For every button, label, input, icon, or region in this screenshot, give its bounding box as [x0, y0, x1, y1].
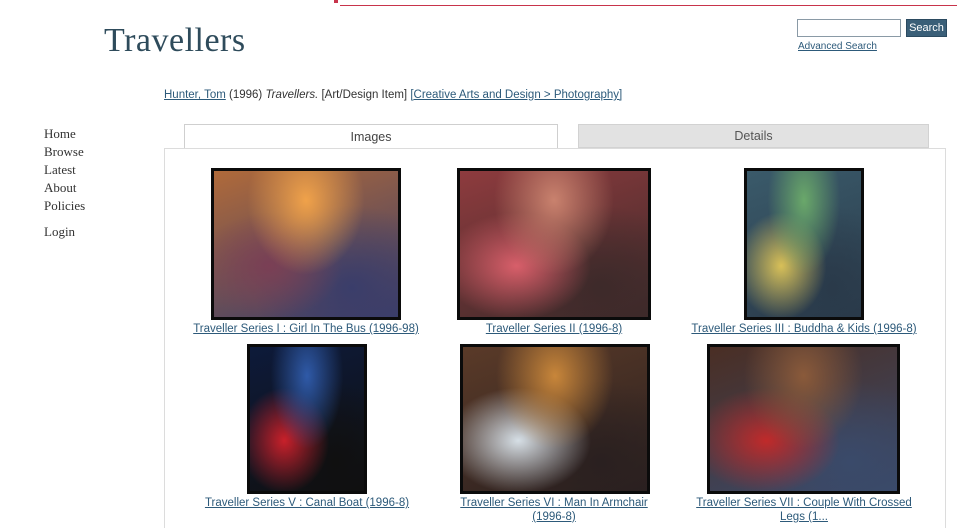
subject-link[interactable]: [Creative Arts and Design > Photography] — [410, 89, 622, 101]
photo-thumbnail[interactable] — [211, 168, 401, 320]
photo-thumbnail[interactable] — [457, 168, 651, 320]
citation-title: Travellers. — [265, 89, 319, 101]
photo-image — [460, 171, 648, 317]
advanced-search-link[interactable]: Advanced Search — [798, 41, 877, 52]
nav-browse[interactable]: Browse — [44, 143, 85, 161]
citation-year: (1996) — [229, 89, 263, 101]
page-title: Travellers — [104, 22, 246, 59]
item-citation: Hunter, Tom (1996) Travellers. [Art/Desi… — [164, 89, 622, 101]
tab-images[interactable]: Images — [184, 124, 558, 149]
nav-about[interactable]: About — [44, 179, 85, 197]
header-divider — [340, 5, 957, 6]
photo-caption-link[interactable]: Traveller Series I : Girl In The Bus (19… — [176, 322, 436, 336]
nav-login[interactable]: Login — [44, 223, 85, 241]
search-button[interactable]: Search — [906, 19, 947, 37]
citation-type: [Art/Design Item] — [321, 89, 408, 101]
photo-caption-link[interactable]: Traveller Series VII : Couple With Cross… — [684, 496, 924, 524]
side-nav: Home Browse Latest About Policies Login — [44, 125, 85, 241]
photo-image — [250, 347, 364, 491]
photo-image — [463, 347, 647, 491]
photo-image — [747, 171, 861, 317]
tab-details[interactable]: Details — [578, 124, 929, 148]
photo-caption-link[interactable]: Traveller Series II (1996-8) — [444, 322, 664, 336]
header-accent-mark — [334, 0, 338, 3]
photo-image — [214, 171, 398, 317]
photo-thumbnail[interactable] — [460, 344, 650, 494]
nav-policies[interactable]: Policies — [44, 197, 85, 215]
search-input[interactable] — [797, 19, 901, 37]
photo-thumbnail[interactable] — [707, 344, 900, 494]
photo-caption-link[interactable]: Traveller Series V : Canal Boat (1996-8) — [187, 496, 427, 510]
photo-image — [710, 347, 897, 491]
photo-thumbnail[interactable] — [247, 344, 367, 494]
photo-caption-link[interactable]: Traveller Series VI : Man In Armchair (1… — [454, 496, 654, 524]
nav-latest[interactable]: Latest — [44, 161, 85, 179]
nav-home[interactable]: Home — [44, 125, 85, 143]
author-link[interactable]: Hunter, Tom — [164, 89, 226, 101]
photo-caption-link[interactable]: Traveller Series III : Buddha & Kids (19… — [676, 322, 932, 336]
photo-thumbnail[interactable] — [744, 168, 864, 320]
